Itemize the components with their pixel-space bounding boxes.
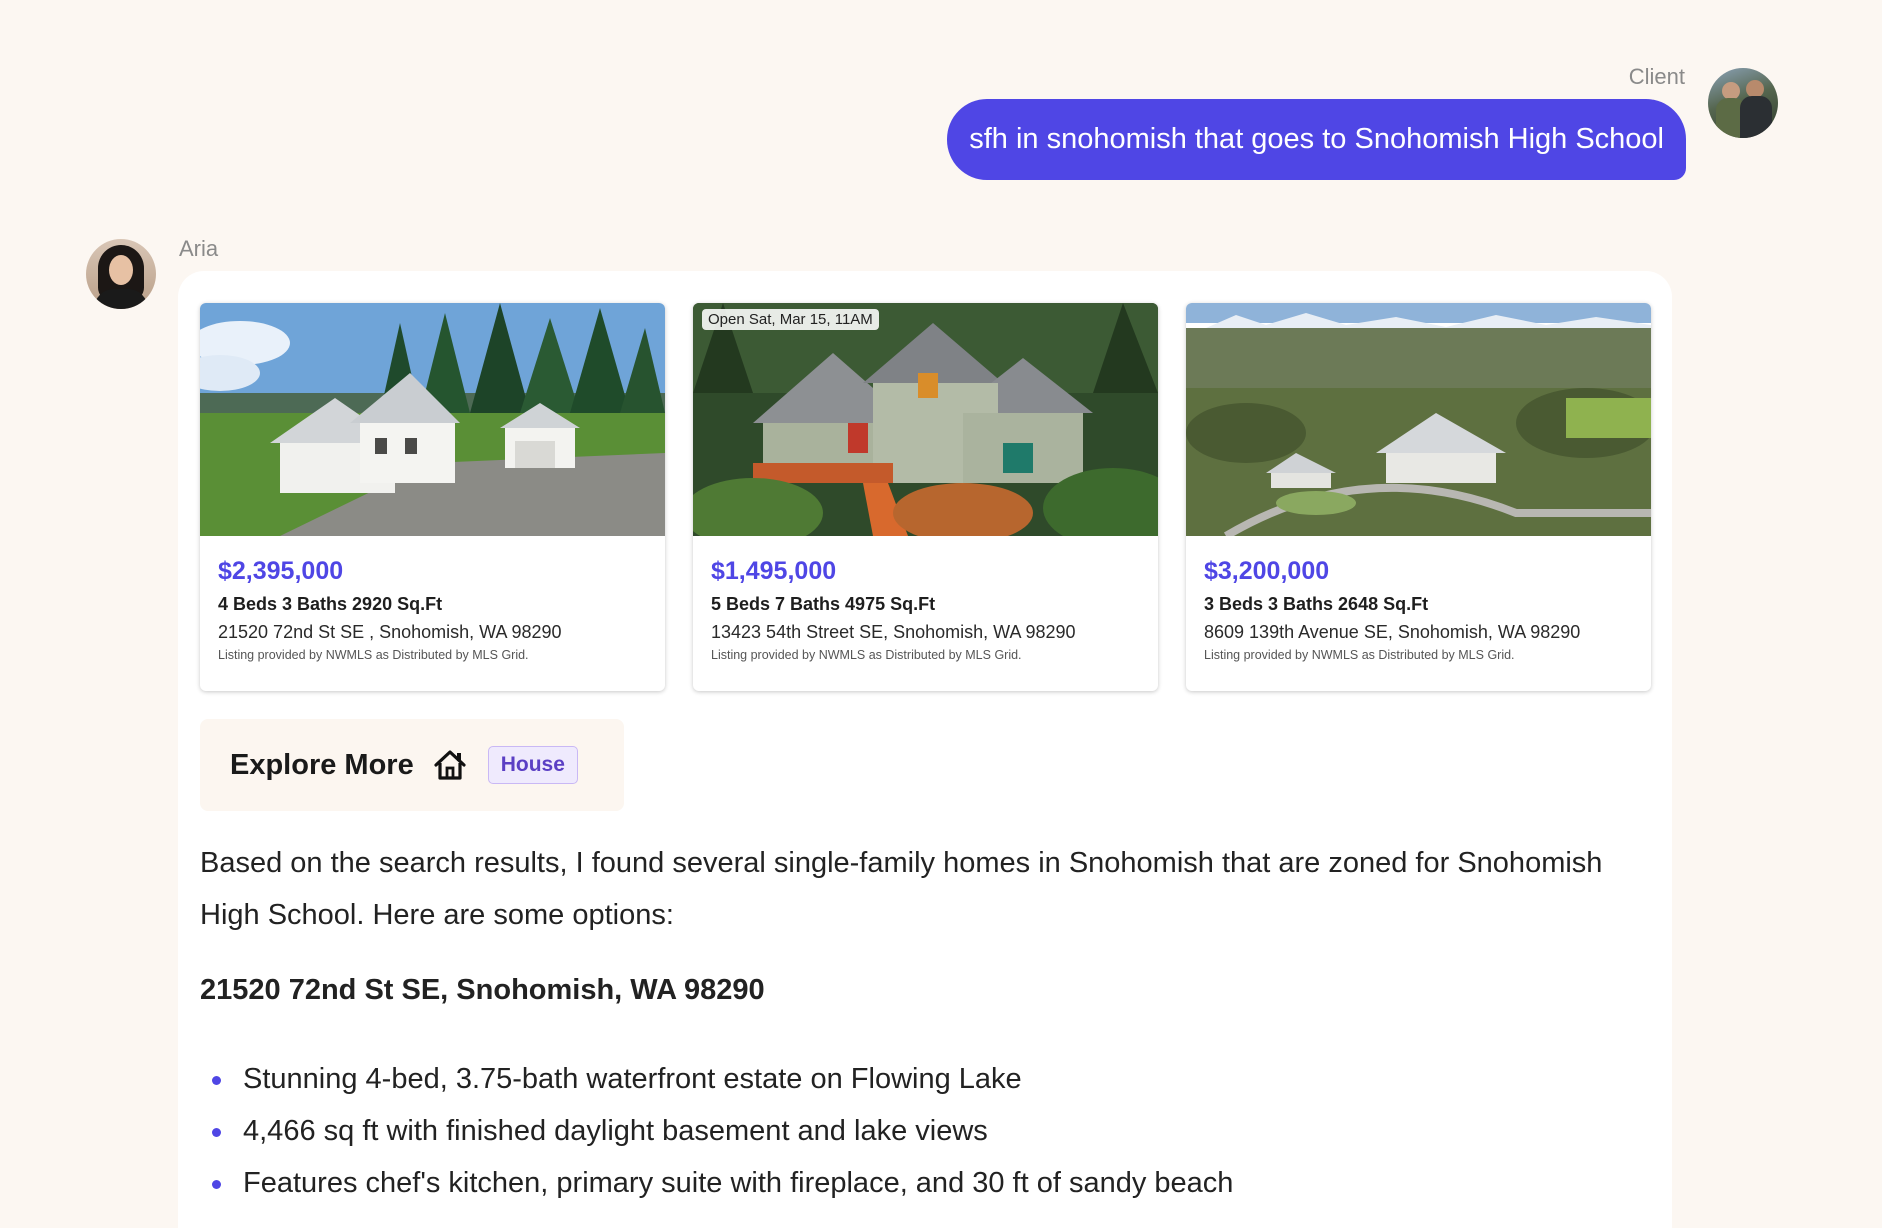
bullet-icon (212, 1076, 221, 1085)
list-item-text: Stunning 4-bed, 3.75-bath waterfront est… (243, 1063, 1022, 1095)
list-item: Features chef's kitchen, primary suite w… (200, 1157, 1233, 1209)
listing-photo[interactable]: Open Sat, Mar 15, 11AM (693, 303, 1158, 536)
listing-cards: $2,395,000 4 Beds 3 Baths 2920 Sq.Ft 215… (200, 303, 1651, 691)
open-house-badge: Open Sat, Mar 15, 11AM (702, 309, 879, 330)
listing-price: $1,495,000 (711, 557, 837, 585)
listing-info: $2,395,000 4 Beds 3 Baths 2920 Sq.Ft 215… (200, 536, 665, 663)
explore-more-label: Explore More (230, 748, 414, 781)
response-intro: Based on the search results, I found sev… (200, 847, 1603, 931)
listing-specs: 4 Beds 3 Baths 2920 Sq.Ft (218, 594, 443, 614)
list-item: Stunning 4-bed, 3.75-bath waterfront est… (200, 1053, 1233, 1105)
list-item-text: 4,466 sq ft with finished daylight basem… (243, 1115, 988, 1147)
listing-price: $3,200,000 (1204, 557, 1330, 585)
aria-avatar (86, 239, 156, 309)
listing-address: 8609 139th Avenue SE, Snohomish, WA 9829… (1204, 622, 1581, 642)
listing-card[interactable]: Open Sat, Mar 15, 11AM $1,495,000 5 Beds… (693, 303, 1158, 691)
feature-list: Stunning 4-bed, 3.75-bath waterfront est… (200, 1053, 1233, 1209)
listing-address: 21520 72nd St SE , Snohomish, WA 98290 (218, 622, 562, 642)
sender-name-client: Client (1628, 64, 1685, 89)
listing-info: $1,495,000 5 Beds 7 Baths 4975 Sq.Ft 134… (693, 536, 1158, 663)
explore-more-button[interactable]: Explore More House (200, 719, 624, 811)
listing-info: $3,200,000 3 Beds 3 Baths 2648 Sq.Ft 860… (1186, 536, 1651, 663)
listing-specs: 3 Beds 3 Baths 2648 Sq.Ft (1204, 594, 1429, 614)
list-item-text: Features chef's kitchen, primary suite w… (243, 1167, 1234, 1199)
client-avatar (1708, 68, 1778, 138)
listing-photo[interactable] (1186, 303, 1651, 536)
listing-card[interactable]: $2,395,000 4 Beds 3 Baths 2920 Sq.Ft 215… (200, 303, 665, 691)
listing-address: 13423 54th Street SE, Snohomish, WA 9829… (711, 622, 1076, 642)
assistant-message: $2,395,000 4 Beds 3 Baths 2920 Sq.Ft 215… (178, 271, 1672, 1228)
listing-price: $2,395,000 (218, 557, 344, 585)
listing-specs: 5 Beds 7 Baths 4975 Sq.Ft (711, 594, 936, 614)
house-icon (432, 747, 468, 783)
bullet-icon (212, 1128, 221, 1137)
listing-disclaimer: Listing provided by NWMLS as Distributed… (218, 648, 529, 662)
listing-card[interactable]: $3,200,000 3 Beds 3 Baths 2648 Sq.Ft 860… (1186, 303, 1651, 691)
list-item: 4,466 sq ft with finished daylight basem… (200, 1105, 1233, 1157)
chat-page: Client sfh in snohomish that goes to Sno… (0, 0, 1882, 1228)
sender-name-aria: Aria (179, 236, 219, 261)
response-section-title: 21520 72nd St SE, Snohomish, WA 98290 (200, 974, 765, 1006)
listing-disclaimer: Listing provided by NWMLS as Distributed… (1204, 648, 1515, 662)
listing-disclaimer: Listing provided by NWMLS as Distributed… (711, 648, 1022, 662)
house-tag[interactable]: House (487, 746, 578, 784)
bullet-icon (212, 1180, 221, 1189)
listing-photo[interactable] (200, 303, 665, 536)
user-message-bubble: sfh in snohomish that goes to Snohomish … (947, 99, 1686, 180)
